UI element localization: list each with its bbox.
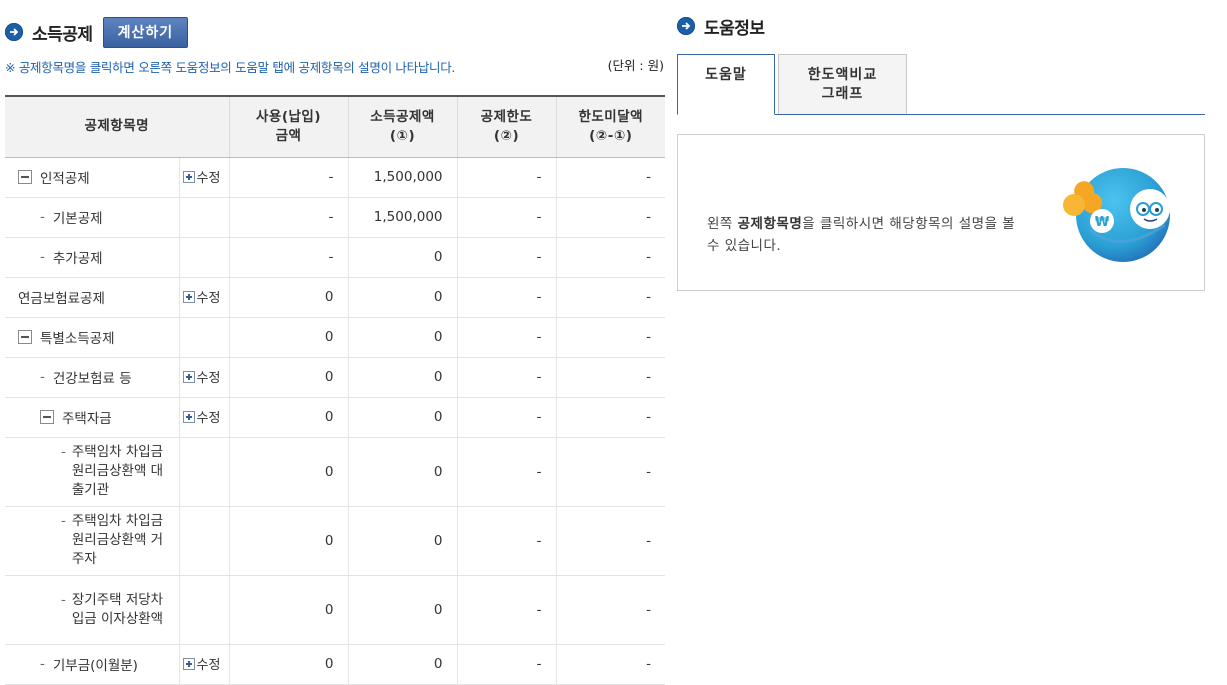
table-row: - 장기주택 저당차입금 이자상환액 0 0 - - — [5, 575, 666, 645]
item-name-link[interactable]: 연금보험료공제 — [18, 287, 105, 307]
edit-button[interactable]: 수정 — [182, 654, 220, 673]
help-info-title: 도움정보 — [704, 18, 765, 39]
unit-label: (단위 : 원) — [607, 58, 664, 73]
item-name-link[interactable]: 건강보험료 등 — [53, 367, 132, 387]
item-name-link[interactable]: 인적공제 — [40, 167, 90, 187]
table-row: 주택자금 수정 0 0 - - — [5, 397, 666, 438]
bullet-dash: - — [61, 444, 66, 460]
table-row: - 건강보험료 등 수정 0 0 - - — [5, 357, 666, 398]
item-name-link[interactable]: 특별소득공제 — [40, 327, 115, 347]
item-name-link[interactable]: 주택자금 — [62, 407, 112, 427]
plus-box-icon — [182, 410, 195, 423]
header-item-name: 공제항목명 — [5, 95, 230, 158]
collapse-icon[interactable] — [40, 410, 54, 424]
item-name-link[interactable]: 주택임차 차입금 원리금상환액 대출기관 — [72, 443, 175, 500]
arrow-right-circle-icon — [677, 17, 695, 35]
income-deduction-header: 소득공제 계산하기 — [5, 16, 189, 48]
item-name-link[interactable]: 주택임차 차입금 원리금상환액 거주자 — [72, 512, 175, 569]
arrow-right-circle-icon — [5, 23, 23, 41]
edit-button[interactable]: 수정 — [182, 407, 220, 426]
bullet-dash: - — [40, 656, 45, 672]
table-row: - 주택임차 차입금 원리금상환액 거주자 0 0 - - — [5, 506, 666, 576]
deduction-table: 공제항목명 사용(납입) 금액 소득공제액 (①) 공제한도 (②) 한도미달액 (②-… — [5, 95, 666, 685]
income-deduction-panel: 소득공제 계산하기 ※ 공제항목명을 클릭하면 오른쪽 도움정보의 도움말 탭에… — [0, 0, 670, 685]
help-info-header: 도움정보 — [677, 16, 765, 39]
header-deduction-amount: 소득공제액 (①) — [347, 95, 458, 158]
table-row: - 기부금(이월분) 수정 0 0 - - — [5, 644, 666, 685]
header-deduction-limit: 공제한도 (②) — [456, 95, 557, 158]
bullet-dash: - — [40, 209, 45, 225]
calculate-button[interactable]: 계산하기 — [102, 16, 189, 48]
help-text: 왼쪽 공제항목명을 클릭하시면 해당항목의 설명을 볼 수 있습니다. — [707, 216, 1016, 254]
bullet-dash: - — [40, 369, 45, 385]
table-row: 특별소득공제 0 0 - - — [5, 317, 666, 358]
notice-text: ※ 공제항목명을 클릭하면 오른쪽 도움정보의 도움말 탭에 공제항목의 설명이… — [5, 60, 456, 75]
help-info-panel: 도움정보 도움말 한도액비교 그래프 왼쪽 공제항목명을 클릭하시면 해당항목의 … — [677, 0, 1227, 685]
header-use-amount: 사용(납입) 금액 — [228, 95, 349, 158]
mascot-illustration-icon: ₩ — [1063, 168, 1170, 262]
item-name-link[interactable]: 추가공제 — [53, 247, 103, 267]
help-tabs: 도움말 한도액비교 그래프 — [677, 54, 1205, 115]
item-name-link[interactable]: 기부금(이월분) — [53, 654, 138, 674]
edit-button[interactable]: 수정 — [182, 167, 220, 186]
collapse-icon[interactable] — [18, 170, 32, 184]
plus-box-icon — [182, 657, 195, 670]
bullet-dash: - — [40, 249, 45, 265]
bullet-dash: - — [61, 591, 66, 608]
table-row: 인적공제 수정 - 1,500,000 - - — [5, 157, 666, 198]
svg-text:₩: ₩ — [1095, 215, 1110, 230]
item-name-link[interactable]: 기본공제 — [53, 207, 103, 227]
edit-button[interactable]: 수정 — [182, 367, 220, 386]
plus-box-icon — [182, 290, 195, 303]
edit-button[interactable]: 수정 — [182, 287, 220, 306]
section-title: 소득공제 — [32, 24, 93, 45]
table-header-row: 공제항목명 사용(납입) 금액 소득공제액 (①) 공제한도 (②) 한도미달액 (②-… — [5, 95, 666, 158]
help-content-box: 왼쪽 공제항목명을 클릭하시면 해당항목의 설명을 볼 수 있습니다. ₩ — [677, 134, 1205, 291]
table-row: - 추가공제 - 0 - - — [5, 237, 666, 278]
tab-help[interactable]: 도움말 — [677, 54, 775, 115]
item-name-link[interactable]: 장기주택 저당차입금 이자상환액 — [72, 591, 175, 629]
tab-limit-comparison-graph[interactable]: 한도액비교 그래프 — [778, 54, 907, 114]
header-shortfall: 한도미달액 (②-①) — [555, 95, 666, 158]
table-row: - 기본공제 - 1,500,000 - - — [5, 197, 666, 238]
plus-box-icon — [182, 170, 195, 183]
bullet-dash: - — [61, 513, 66, 529]
plus-box-icon — [182, 370, 195, 383]
table-row: - 주택임차 차입금 원리금상환액 대출기관 0 0 - - — [5, 437, 666, 507]
collapse-icon[interactable] — [18, 330, 32, 344]
table-row: 연금보험료공제 수정 0 0 - - — [5, 277, 666, 318]
